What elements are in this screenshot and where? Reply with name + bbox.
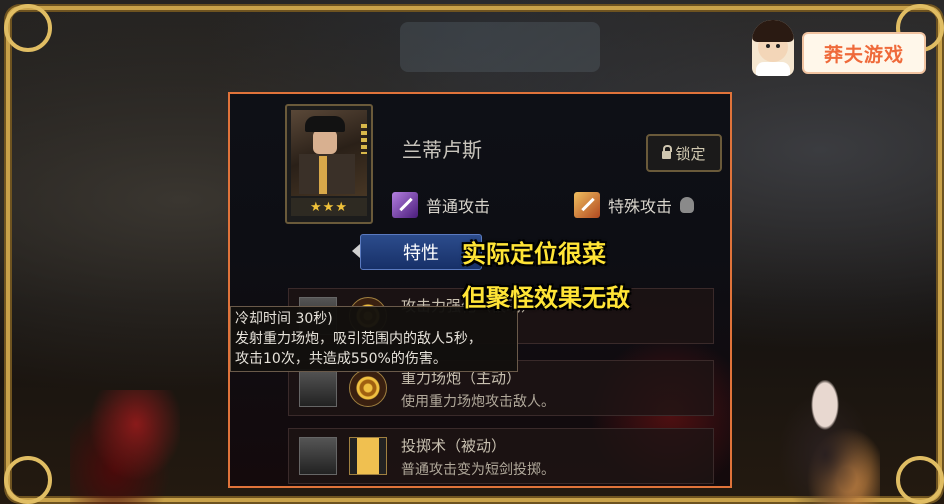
tooltip-line: 攻击10次，共造成550%的伤害。 [235,351,447,367]
special-attack[interactable]: 特殊攻击 [574,192,695,218]
hero-name: 兰蒂卢斯 [402,138,482,162]
character-panel: ★★★ 兰蒂卢斯 锁定 普通攻击 特殊攻击 特性 攻击力强化（被动） 重力场炮（… [228,92,732,488]
character-art-left [70,390,180,504]
lock-button[interactable]: 锁定 [646,134,722,172]
tooltip-line: 发射重力场炮，吸引范围内的敌人5秒， [235,331,482,347]
skull-icon [680,197,695,213]
strike-icon [574,192,600,218]
star-rating: ★★★ [291,198,367,216]
channel-logo: 莽夫游戏 [802,32,926,74]
caption-line: 但聚怪效果无敌 [462,284,630,312]
lock-icon [662,144,673,159]
logo-avatar [752,20,794,76]
normal-attack-label: 普通攻击 [426,197,491,216]
lock-button-label: 锁定 [675,144,706,163]
sword-icon [392,192,418,218]
skill-row[interactable]: 投掷术（被动） 普通攻击变为短剑投掷。 [288,428,714,484]
skill-title: 投掷术（被动） [401,437,507,455]
hero-portrait[interactable]: ★★★ [285,104,373,224]
skill-tooltip: 冷却时间 30秒) 发射重力场炮，吸引范围内的敌人5秒， 攻击10次，共造成55… [230,306,518,372]
frame-corner-ornament [4,4,52,52]
gravity-icon [299,369,337,407]
skill-description: 普通攻击变为短剑投掷。 [401,462,555,478]
skill-description: 使用重力场炮攻击敌人。 [401,394,555,410]
logo-text: 莽夫游戏 [823,43,904,66]
special-attack-label: 特殊攻击 [608,197,673,216]
normal-attack[interactable]: 普通攻击 [392,192,490,218]
caption-line: 实际定位很菜 [462,240,606,268]
dagger-icon [349,437,387,475]
frame-corner-ornament [896,456,944,504]
throw-passive-icon [299,437,337,475]
tab-left-arrow-icon[interactable] [352,244,360,258]
character-art-right [770,380,880,504]
frame-corner-ornament [4,456,52,504]
vortex-icon [349,369,387,407]
